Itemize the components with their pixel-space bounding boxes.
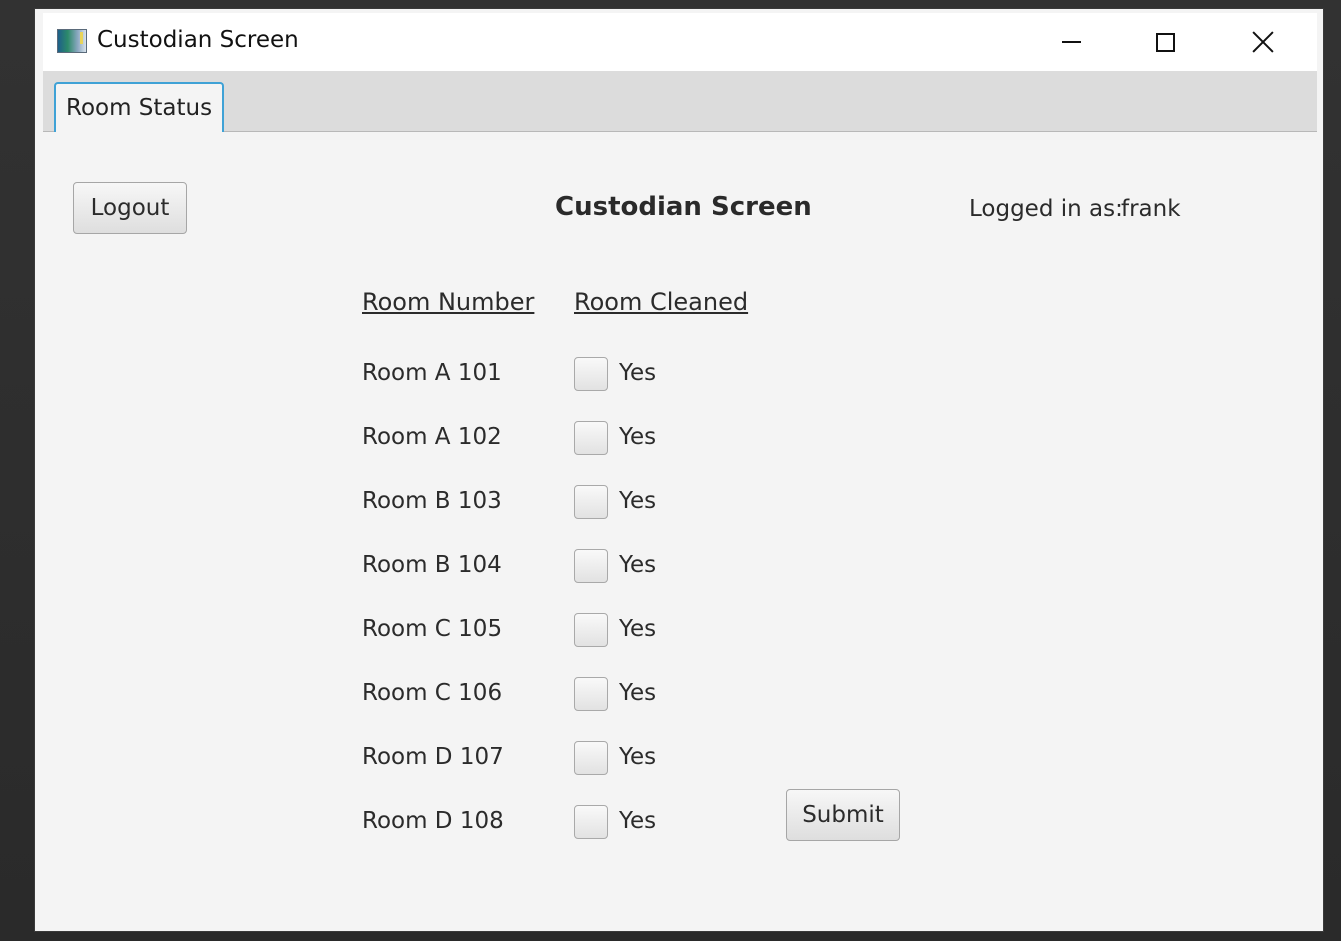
room-cleaned-checkbox[interactable] bbox=[574, 613, 608, 647]
room-cleaned-checkbox[interactable] bbox=[574, 421, 608, 455]
room-cleaned-yes-label[interactable]: Yes bbox=[619, 744, 656, 770]
title-bar: Custodian Screen bbox=[43, 13, 1317, 71]
close-icon bbox=[1252, 31, 1274, 53]
room-number-label: Room D 108 bbox=[362, 808, 504, 834]
room-cleaned-checkbox[interactable] bbox=[574, 805, 608, 839]
room-number-label: Room A 101 bbox=[362, 360, 502, 386]
submit-button[interactable]: Submit bbox=[786, 789, 900, 841]
room-number-label: Room D 107 bbox=[362, 744, 504, 770]
room-cleaned-checkbox[interactable] bbox=[574, 677, 608, 711]
room-cleaned-yes-label[interactable]: Yes bbox=[619, 552, 656, 578]
room-row: Room D 108 Yes bbox=[43, 805, 843, 845]
room-number-label: Room C 106 bbox=[362, 680, 503, 706]
room-cleaned-yes-label[interactable]: Yes bbox=[619, 808, 656, 834]
room-cleaned-checkbox[interactable] bbox=[574, 549, 608, 583]
window-title: Custodian Screen bbox=[97, 27, 299, 53]
room-number-label: Room B 103 bbox=[362, 488, 502, 514]
room-row: Room A 102 Yes bbox=[43, 421, 843, 461]
room-number-label: Room C 105 bbox=[362, 616, 503, 642]
room-cleaned-yes-label[interactable]: Yes bbox=[619, 616, 656, 642]
maximize-icon bbox=[1155, 32, 1175, 52]
room-cleaned-checkbox[interactable] bbox=[574, 357, 608, 391]
room-cleaned-yes-label[interactable]: Yes bbox=[619, 488, 656, 514]
room-cleaned-yes-label[interactable]: Yes bbox=[619, 360, 656, 386]
minimize-button[interactable] bbox=[1025, 13, 1117, 71]
tab-bar: Room Status bbox=[43, 71, 1317, 132]
room-cleaned-yes-label[interactable]: Yes bbox=[619, 680, 656, 706]
room-row: Room A 101 Yes bbox=[43, 357, 843, 397]
room-row: Room D 107 Yes bbox=[43, 741, 843, 781]
close-button[interactable] bbox=[1217, 13, 1309, 71]
room-status-panel: Logout Custodian Screen Logged in as: fr… bbox=[43, 132, 1317, 923]
room-row: Room C 106 Yes bbox=[43, 677, 843, 717]
room-row: Room B 104 Yes bbox=[43, 549, 843, 589]
tab-room-status[interactable]: Room Status bbox=[54, 82, 225, 132]
app-icon bbox=[57, 29, 87, 53]
app-window: Custodian Screen Room Status Logout Cust… bbox=[34, 8, 1324, 932]
maximize-button[interactable] bbox=[1119, 13, 1211, 71]
room-list: Room A 101 Yes Room A 102 Yes Room B 103… bbox=[43, 132, 1317, 923]
room-number-label: Room A 102 bbox=[362, 424, 502, 450]
room-cleaned-yes-label[interactable]: Yes bbox=[619, 424, 656, 450]
room-row: Room C 105 Yes bbox=[43, 613, 843, 653]
minimize-icon bbox=[1061, 41, 1081, 43]
room-row: Room B 103 Yes bbox=[43, 485, 843, 525]
room-cleaned-checkbox[interactable] bbox=[574, 741, 608, 775]
room-number-label: Room B 104 bbox=[362, 552, 502, 578]
room-cleaned-checkbox[interactable] bbox=[574, 485, 608, 519]
